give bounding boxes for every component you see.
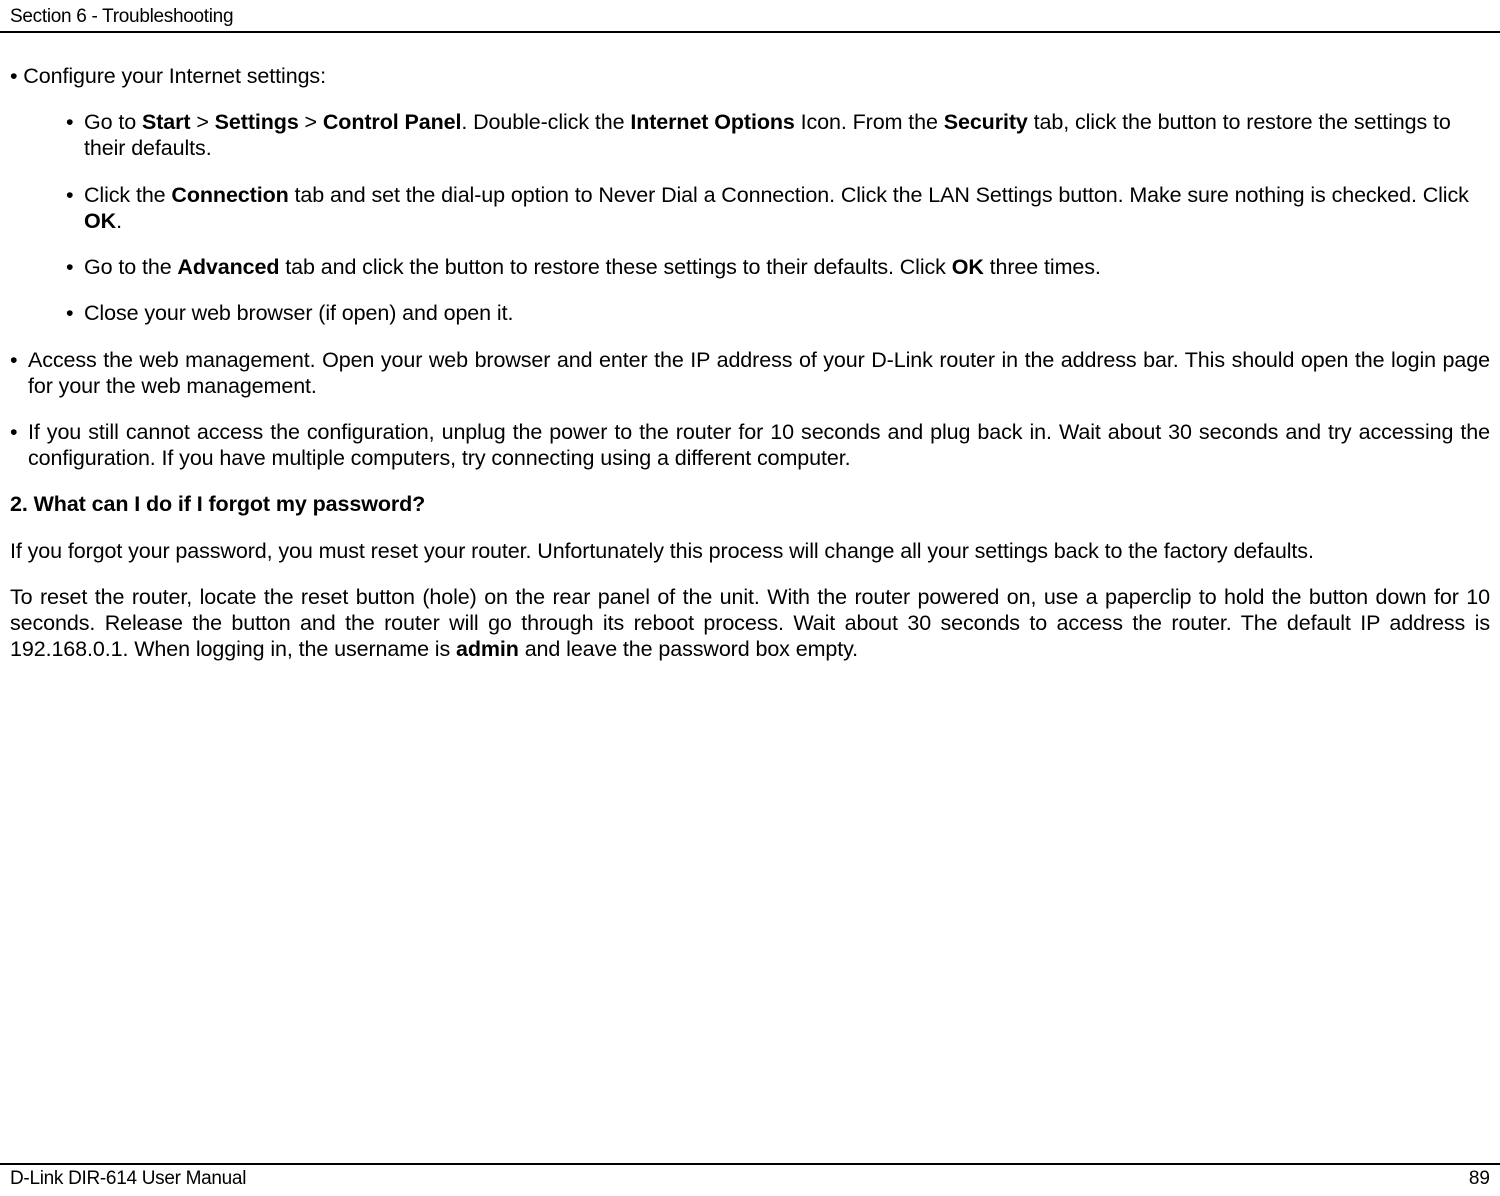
section-title: Section 6 - Troubleshooting xyxy=(10,6,233,27)
bullet-icon: • xyxy=(66,254,84,280)
bullet-icon: • xyxy=(10,419,28,471)
sub-list: • Go to Start > Settings > Control Panel… xyxy=(10,109,1490,326)
bullet-icon: • xyxy=(10,347,28,399)
list-text: Close your web browser (if open) and ope… xyxy=(84,300,1490,326)
page-content: • Configure your Internet settings: • Go… xyxy=(0,33,1500,663)
list-item: • Go to Start > Settings > Control Panel… xyxy=(66,109,1490,161)
list-text: Go to Start > Settings > Control Panel. … xyxy=(84,109,1490,161)
list-text: Go to the Advanced tab and click the but… xyxy=(84,254,1490,280)
paragraph: If you forgot your password, you must re… xyxy=(10,538,1490,564)
page-header: Section 6 - Troubleshooting xyxy=(0,0,1500,33)
bullet-icon: • xyxy=(66,182,84,234)
configure-intro: • Configure your Internet settings: xyxy=(10,63,1490,89)
list-item: • Close your web browser (if open) and o… xyxy=(66,300,1490,326)
list-text: Access the web management. Open your web… xyxy=(28,347,1490,399)
bullet-icon: • xyxy=(66,300,84,326)
manual-title: D-Link DIR-614 User Manual xyxy=(10,1168,246,1190)
page-number: 89 xyxy=(1469,1168,1490,1190)
list-text: If you still cannot access the configura… xyxy=(28,419,1490,471)
list-item: • Access the web management. Open your w… xyxy=(10,347,1490,399)
list-item: • Go to the Advanced tab and click the b… xyxy=(66,254,1490,280)
paragraph: To reset the router, locate the reset bu… xyxy=(10,584,1490,663)
bullet-icon: • xyxy=(66,109,84,161)
page-footer: D-Link DIR-614 User Manual 89 xyxy=(0,1163,1500,1196)
heading-forgot-password: 2. What can I do if I forgot my password… xyxy=(10,491,1490,517)
list-text: Click the Connection tab and set the dia… xyxy=(84,182,1490,234)
list-item: • Click the Connection tab and set the d… xyxy=(66,182,1490,234)
list-item: • If you still cannot access the configu… xyxy=(10,419,1490,471)
